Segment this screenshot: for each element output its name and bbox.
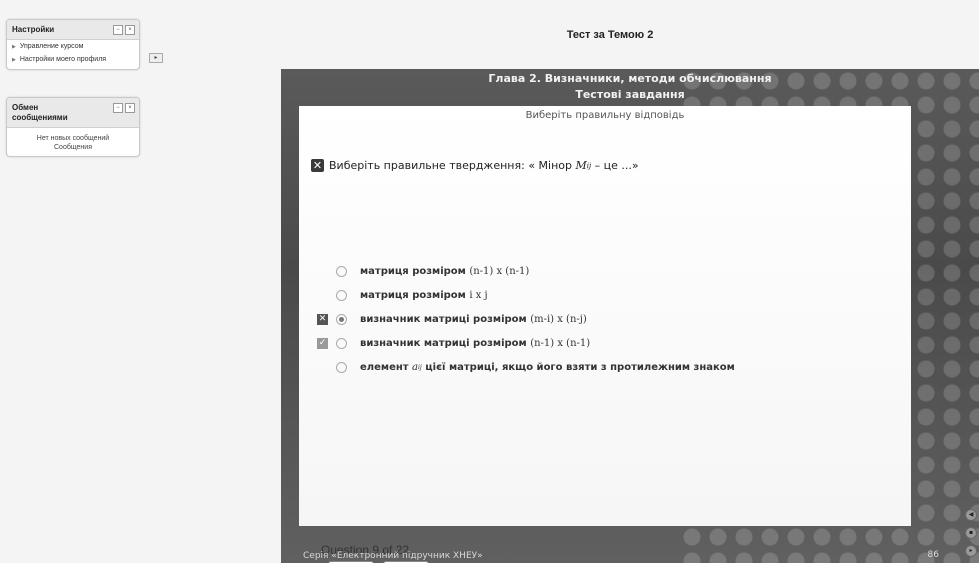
close-icon[interactable]: ×: [125, 25, 135, 35]
messages-block-body: Нет новых сообщений Сообщения: [7, 128, 139, 156]
ebook-viewer: Глава 2. Визначники, методи обчислювання…: [281, 69, 979, 563]
answer-option[interactable]: елемент a ij цієї матриці, якщо його взят…: [317, 355, 735, 379]
series-footer: Серія «Електронний підручник ХНЕУ»: [303, 551, 483, 561]
radio-button[interactable]: [336, 337, 347, 349]
radio-button[interactable]: [336, 265, 347, 277]
answer-status-icon: [317, 362, 328, 373]
no-messages-text: Нет новых сообщений: [36, 135, 110, 142]
sidebar-item-label: Управление курсом: [19, 43, 84, 50]
radio-button[interactable]: [336, 361, 347, 373]
page-number: 86: [927, 550, 939, 560]
collapse-icon[interactable]: −: [113, 25, 123, 35]
question-page: Виберіть правильну відповідь ✕ Виберіть …: [299, 106, 911, 563]
sidebar-item-course-admin[interactable]: ▶ Управление курсом: [7, 40, 139, 53]
close-icon[interactable]: ×: [125, 103, 135, 113]
section-title: Тестові завдання: [575, 88, 685, 101]
settings-block-header: Настройки − ×: [7, 20, 139, 40]
sidebar-item-label: Настройки моего профиля: [19, 56, 107, 63]
page-title: Тест за Темою 2: [566, 29, 654, 41]
messages-block-title: Обмен сообщениями: [12, 103, 68, 122]
expand-arrow-icon: ▶: [12, 57, 16, 63]
answer-option[interactable]: ✓ визначник матриці розміром (n-1) x (n-…: [317, 331, 735, 355]
settings-block-title: Настройки: [12, 25, 55, 34]
option-label-rest: цієї матриці, якщо його взяти з протилеж…: [421, 361, 735, 373]
answer-option[interactable]: матриця розміром i x j: [317, 283, 735, 307]
expand-arrow-icon: ▶: [12, 44, 16, 50]
play-icon[interactable]: ▸: [965, 545, 977, 557]
messages-link[interactable]: Сообщения: [11, 143, 135, 152]
question-prefix: Виберіть правильне твердження: « Мінор: [329, 159, 576, 172]
sidebar-item-profile-settings[interactable]: ▶ Настройки моего профиля: [7, 53, 139, 69]
radio-button[interactable]: [336, 289, 347, 301]
incorrect-mark-icon: ✕: [311, 159, 324, 172]
answer-option[interactable]: матриця розміром (n-1) x (n-1): [317, 259, 735, 283]
wrong-answer-icon: ✕: [317, 313, 328, 325]
messages-block-header: Обмен сообщениями − ×: [7, 98, 139, 128]
option-math: (m-i) x (n-j): [530, 313, 587, 325]
dock-button[interactable]: ▸: [149, 53, 163, 63]
option-math: (n-1) x (n-1): [530, 337, 591, 349]
messages-block: Обмен сообщениями − × Нет новых сообщени…: [6, 97, 140, 157]
instruction-text: Виберіть правильну відповідь: [525, 110, 685, 121]
volume-icon[interactable]: ◀: [965, 509, 977, 521]
option-math: (n-1) x (n-1): [469, 265, 530, 277]
option-label: елемент: [360, 361, 413, 373]
answer-status-icon: [317, 290, 328, 301]
answer-options: матриця розміром (n-1) x (n-1) матриця р…: [317, 259, 735, 379]
answer-option[interactable]: ✕ визначник матриці розміром (m-i) x (n-…: [317, 307, 735, 331]
radio-button-selected[interactable]: [336, 313, 347, 325]
option-label: визначник матриці розміром: [360, 337, 531, 349]
collapse-icon[interactable]: −: [113, 103, 123, 113]
viewer-side-controls: ◀ ▪ ▸: [965, 509, 977, 557]
menu-icon[interactable]: ▪: [965, 527, 977, 539]
option-math: i x j: [469, 289, 488, 301]
question-suffix: – це ...»: [591, 159, 639, 172]
chapter-title: Глава 2. Визначники, методи обчислювання: [488, 72, 772, 85]
option-label: матриця розміром: [360, 289, 470, 301]
minor-symbol: M: [575, 159, 587, 172]
answer-status-icon: [317, 266, 328, 277]
option-label: визначник матриці розміром: [360, 313, 531, 325]
option-label: матриця розміром: [360, 265, 470, 277]
question-text: ✕ Виберіть правильне твердження: « Мінор…: [311, 159, 639, 172]
correct-answer-icon: ✓: [317, 337, 328, 349]
settings-block: Настройки − × ▶ Управление курсом ▶ Наст…: [6, 19, 140, 70]
